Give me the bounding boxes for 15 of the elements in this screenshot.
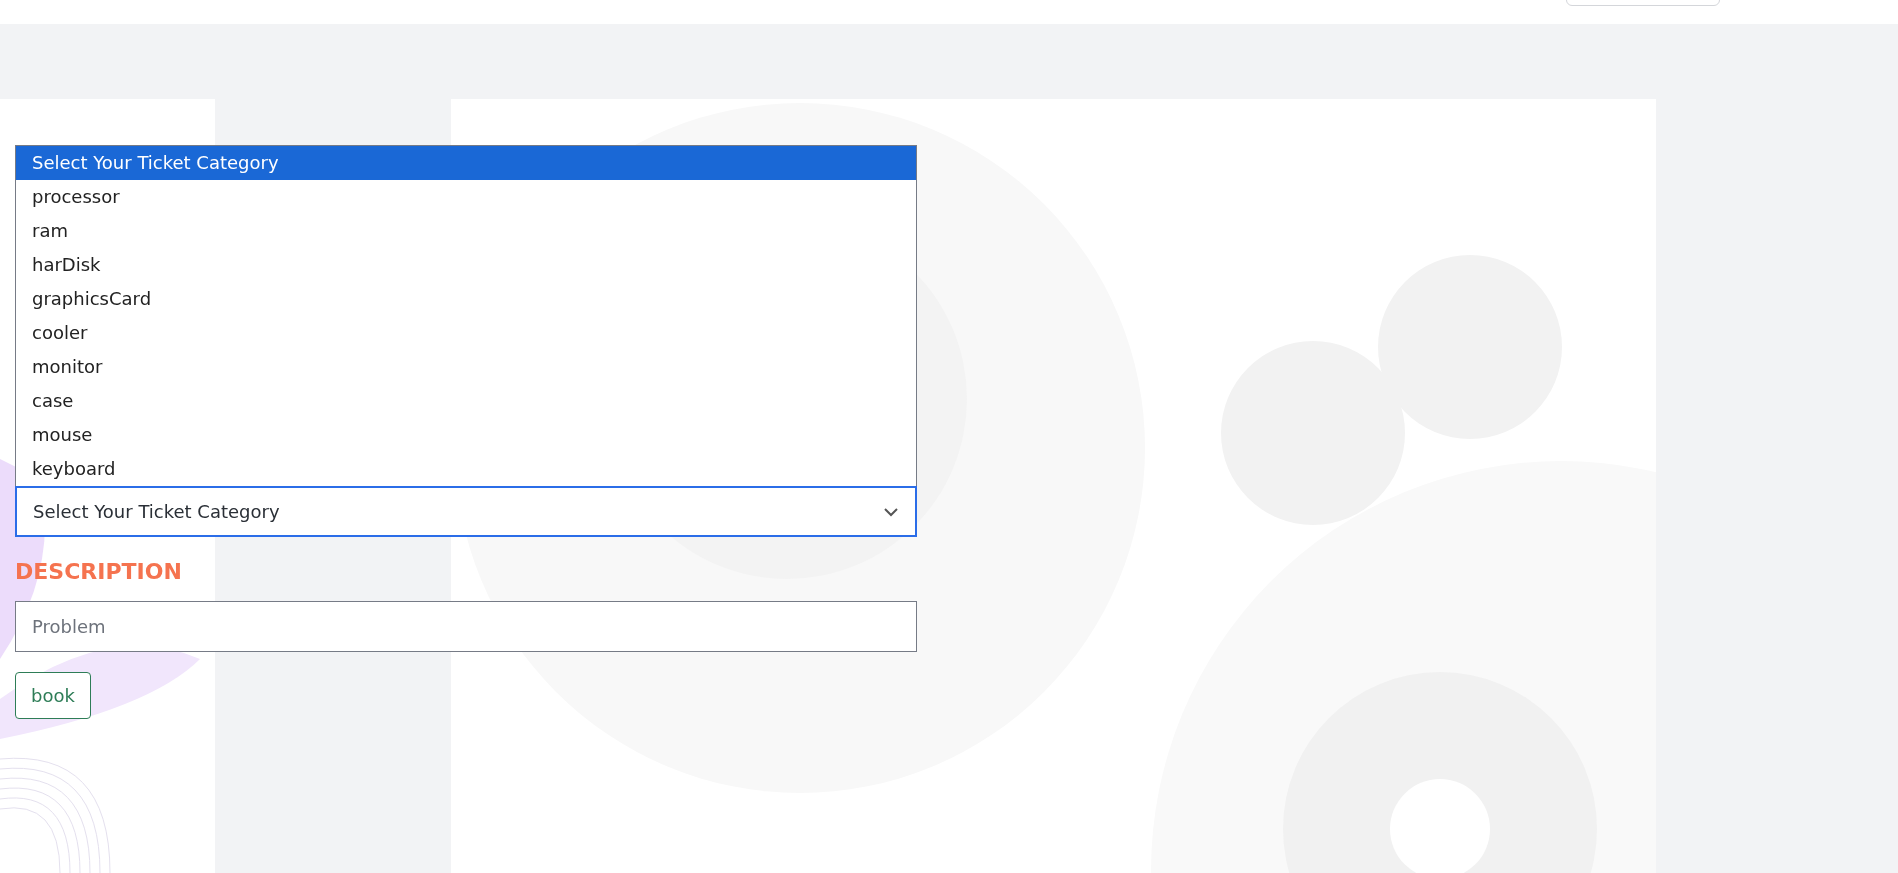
dropdown-option[interactable]: case <box>16 384 916 418</box>
category-select[interactable]: Select Your Ticket Category <box>15 486 917 537</box>
dropdown-option[interactable]: monitor <box>16 350 916 384</box>
book-button[interactable]: book <box>15 672 91 719</box>
dropdown-option[interactable]: mouse <box>16 418 916 452</box>
chevron-down-icon <box>883 506 899 517</box>
dropdown-option[interactable]: cooler <box>16 316 916 350</box>
description-label: DESCRIPTION <box>15 559 182 584</box>
problem-input[interactable]: Problem <box>15 601 917 652</box>
dropdown-option[interactable]: graphicsCard <box>16 282 916 316</box>
dropdown-option[interactable]: keyboard <box>16 452 916 486</box>
dropdown-option[interactable]: ram <box>16 214 916 248</box>
dropdown-option[interactable]: processor <box>16 180 916 214</box>
dropdown-option[interactable]: harDisk <box>16 248 916 282</box>
dropdown-option[interactable]: Select Your Ticket Category <box>16 146 916 180</box>
